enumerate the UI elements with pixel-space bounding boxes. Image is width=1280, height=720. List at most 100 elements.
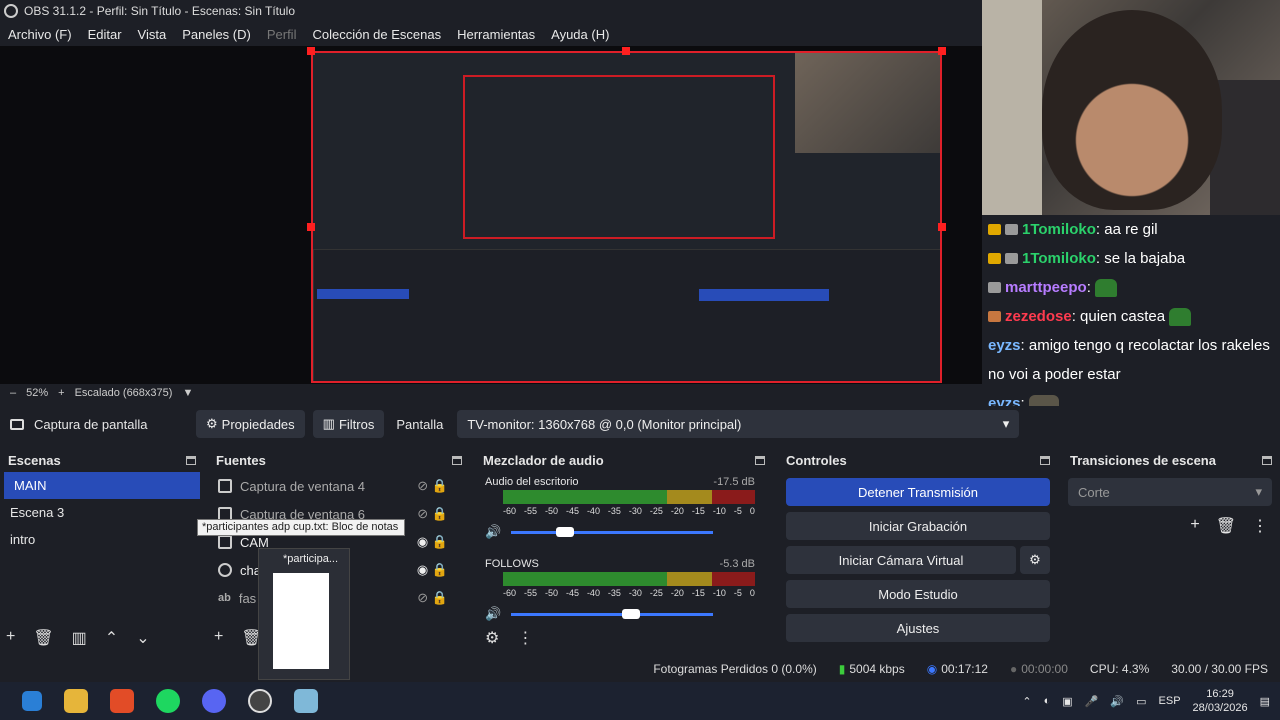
stop-stream-button[interactable]: Detener Transmisión — [786, 478, 1050, 506]
mixer-channel: Audio del escritorio -17.5 dB — [475, 472, 773, 490]
dock-float-icon[interactable] — [1262, 455, 1272, 465]
resize-handle[interactable] — [622, 47, 630, 55]
volume-slider[interactable] — [511, 526, 713, 537]
resize-handle[interactable] — [307, 47, 315, 55]
menu-perfil[interactable]: Perfil — [259, 27, 305, 42]
chevron-up-icon[interactable]: ⌃ — [1022, 695, 1031, 708]
start-recording-button[interactable]: Iniciar Grabación — [786, 512, 1050, 540]
zoom-out-button[interactable]: – — [10, 387, 16, 399]
trash-icon[interactable]: 🗑 — [33, 628, 53, 648]
display-select[interactable]: TV-monitor: 1360x768 @ 0,0 (Monitor prin… — [457, 410, 1020, 438]
display-label: Pantalla — [396, 416, 444, 432]
volume-row: 🔊 — [475, 524, 773, 540]
add-icon[interactable]: + — [214, 628, 223, 648]
file-explorer-icon[interactable] — [64, 689, 88, 713]
properties-button[interactable]: ⚙ Propiedades — [196, 410, 305, 438]
dock-float-icon[interactable] — [452, 455, 462, 465]
spotify-icon[interactable] — [156, 689, 180, 713]
start-virtual-camera-button[interactable]: Iniciar Cámara Virtual — [786, 546, 1016, 574]
scene-item[interactable]: Escena 3 — [0, 499, 204, 526]
chat-line: zezedose: quien castea — [988, 302, 1274, 331]
source-item[interactable]: Captura de ventana 4 ⊘ 🔒 — [208, 472, 470, 500]
zoom-in-button[interactable]: + — [58, 387, 64, 399]
eye-hidden-icon[interactable]: ⊘ 🔒 — [417, 478, 448, 494]
transitions-dock: Transiciones de escena Corte ▾ + 🗑 ⋮ — [1062, 448, 1280, 652]
taskbar: ⌃ ◐ ▣ 🎤 🔊 ▭ ESP 16:29 28/03/2026 ▤ — [0, 682, 1280, 720]
dropped-frames: Fotogramas Perdidos 0 (0.0%) — [653, 662, 817, 676]
gear-icon[interactable]: ⚙ — [1020, 546, 1050, 574]
scene-item[interactable]: intro — [0, 526, 204, 553]
menu-paneles[interactable]: Paneles (D) — [174, 27, 259, 42]
controls-title: Controles — [786, 452, 847, 468]
resize-handle[interactable] — [307, 223, 315, 231]
menu-ayuda[interactable]: Ayuda (H) — [543, 27, 617, 42]
transition-select[interactable]: Corte ▾ — [1068, 478, 1272, 506]
frog-emote-icon — [1169, 307, 1192, 326]
speaker-icon[interactable]: 🔊 — [485, 606, 501, 622]
language-indicator[interactable]: ESP — [1159, 695, 1181, 707]
channel-db: -17.5 dB — [713, 476, 755, 488]
obs-icon[interactable] — [248, 689, 272, 713]
eye-icon[interactable]: ◉ 🔒 — [417, 562, 448, 578]
fps: 30.00 / 30.00 FPS — [1171, 662, 1268, 676]
dock-float-icon[interactable] — [755, 455, 765, 465]
chat-line: no voi a poder estar — [988, 366, 1121, 383]
notification-icon[interactable]: ▤ — [1260, 695, 1270, 708]
menu-editar[interactable]: Editar — [80, 27, 130, 42]
settings-button[interactable]: Ajustes — [786, 614, 1050, 642]
gear-icon[interactable]: ⚙ — [485, 628, 499, 648]
add-icon[interactable]: + — [1190, 516, 1199, 536]
chevron-up-icon[interactable]: ⌃ — [105, 628, 118, 648]
dock-float-icon[interactable] — [186, 455, 196, 465]
source-toolbar: Captura de pantalla ⚙ Propiedades ▥ Filtro… — [0, 406, 1280, 442]
tray-app-icon[interactable]: ▣ — [1062, 695, 1072, 708]
meter-scale: -60 -55 -50 -45 -40 -35 -30 -25 -20 -15 -10 -5 0 — [503, 588, 755, 598]
title-bar: OBS 31.1.2 - Perfil: Sin Título - Escena… — [0, 0, 982, 22]
audio-meter — [503, 572, 755, 586]
more-icon[interactable]: ⋮ — [517, 628, 533, 648]
resize-handle[interactable] — [938, 47, 946, 55]
discord-tray-icon[interactable]: ◐ — [1044, 695, 1051, 707]
clock-date: 28/03/2026 — [1192, 702, 1248, 714]
zoom-dropdown-icon[interactable]: ▼ — [182, 387, 193, 399]
zoom-bar: – 52% + Escalado (668x375) ▼ — [0, 384, 982, 402]
dock-float-icon[interactable] — [1040, 455, 1050, 465]
more-icon[interactable]: ⋮ — [1252, 516, 1268, 536]
current-source-label: Captura de pantalla — [34, 416, 148, 432]
virtual-camera-row: Iniciar Cámara Virtual ⚙ — [778, 540, 1058, 574]
filters-button[interactable]: ▥ Filtros — [312, 410, 385, 438]
volume-icon[interactable]: 🔊 — [1110, 695, 1124, 708]
menu-archivo[interactable]: Archivo (F) — [0, 27, 80, 42]
nested-stream-button — [699, 289, 829, 301]
speaker-icon[interactable]: 🔊 — [485, 524, 501, 540]
filters-label: Filtros — [338, 416, 375, 432]
zoom-percent: 52% — [26, 387, 49, 399]
add-icon[interactable]: + — [6, 628, 15, 648]
transition-value: Corte — [1078, 484, 1110, 500]
menu-herramientas[interactable]: Herramientas — [449, 27, 543, 42]
filter-icon[interactable]: ▥ — [72, 628, 87, 648]
selected-source-canvas[interactable] — [311, 51, 942, 383]
microphone-icon[interactable]: 🎤 — [1085, 695, 1099, 708]
network-icon[interactable]: ▭ — [1136, 695, 1146, 708]
trash-icon[interactable]: 🗑 — [1216, 516, 1236, 536]
eye-hidden-icon[interactable]: ⊘ 🔒 — [417, 506, 448, 522]
clock-time: 16:29 — [1206, 688, 1234, 700]
windows-start-icon[interactable] — [22, 691, 42, 711]
volume-slider[interactable] — [511, 608, 713, 619]
properties-label: Propiedades — [221, 416, 295, 432]
eye-hidden-icon[interactable]: ⊘ 🔒 — [417, 590, 448, 606]
studio-mode-button[interactable]: Modo Estudio — [786, 580, 1050, 608]
chevron-down-icon[interactable]: ⌄ — [136, 628, 149, 648]
discord-icon[interactable] — [202, 689, 226, 713]
menu-vista[interactable]: Vista — [130, 27, 175, 42]
eye-icon[interactable]: ◉ 🔒 — [417, 534, 448, 550]
chevron-down-icon: ▾ — [1002, 416, 1010, 431]
menu-coleccion[interactable]: Colección de Escenas — [304, 27, 449, 42]
clock[interactable]: 16:29 28/03/2026 — [1193, 687, 1248, 715]
scene-item[interactable]: MAIN — [4, 472, 200, 499]
notepad-icon[interactable] — [294, 689, 318, 713]
mixer-toolbar: ⚙ ⋮ — [485, 628, 533, 648]
resize-handle[interactable] — [938, 223, 946, 231]
brave-icon[interactable] — [110, 689, 134, 713]
